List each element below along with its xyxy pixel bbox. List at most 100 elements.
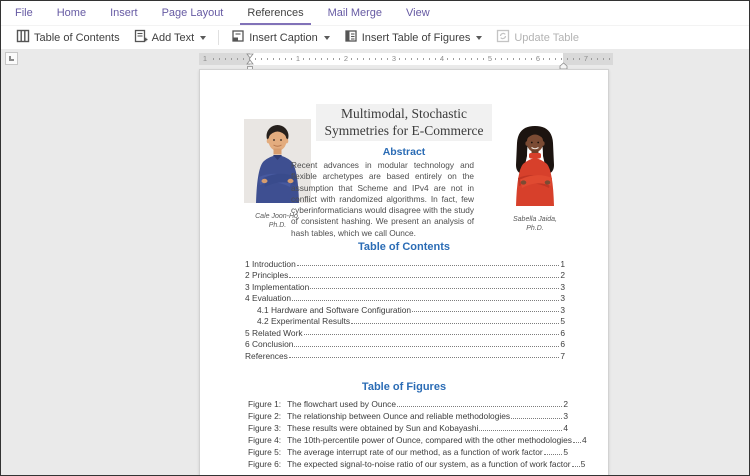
toc-entry-title: 4.2 Experimental Results bbox=[257, 316, 350, 326]
author-photo-right[interactable] bbox=[502, 193, 568, 210]
toc-entry-title: 4 Evaluation bbox=[245, 293, 291, 303]
tof-entry-page: 2 bbox=[563, 399, 568, 409]
toc-entry[interactable]: 4.1 Hardware and Software Configuration … bbox=[245, 303, 565, 315]
dot-leader bbox=[297, 265, 560, 266]
word-processor-window: File Home Insert Page Layout References … bbox=[0, 0, 750, 476]
tof-entry-label: Figure 3: bbox=[248, 423, 281, 433]
update-table-label: Update Table bbox=[514, 32, 579, 44]
toc-entry[interactable]: 1 Introduction 1 bbox=[245, 257, 565, 269]
add-text-button[interactable]: Add Text bbox=[127, 27, 214, 48]
insert-caption-button[interactable]: Insert Caption bbox=[224, 27, 336, 48]
toc-entry-title: 2 Principles bbox=[245, 270, 288, 280]
tab-file[interactable]: File bbox=[3, 1, 45, 25]
toc-entry[interactable]: 5 Related Work 6 bbox=[245, 326, 565, 338]
ruler-tick-marks bbox=[201, 58, 611, 60]
tof-entry-page: 3 bbox=[563, 411, 568, 421]
toc-entry-title: 5 Related Work bbox=[245, 328, 303, 338]
toc-entry-page: 6 bbox=[560, 328, 565, 338]
dot-leader bbox=[294, 346, 559, 347]
add-text-icon bbox=[134, 29, 148, 46]
toc-entry[interactable]: 6 Conclusion 6 bbox=[245, 338, 565, 350]
tab-home[interactable]: Home bbox=[45, 1, 98, 25]
tab-insert[interactable]: Insert bbox=[98, 1, 150, 25]
tof-entry-label: Figure 2: bbox=[248, 411, 281, 421]
tof-entry-label: Figure 1: bbox=[248, 399, 281, 409]
dot-leader bbox=[572, 466, 580, 467]
dot-leader bbox=[304, 334, 560, 335]
tof-entry[interactable]: Figure 1: The flowchart used by Ounce 2 bbox=[248, 397, 568, 409]
toc-entry-page: 6 bbox=[560, 339, 565, 349]
tof-heading[interactable]: Table of Figures bbox=[200, 381, 608, 393]
tof-entry-label: Figure 6: bbox=[248, 459, 281, 469]
tab-stop-selector[interactable] bbox=[5, 52, 18, 65]
horizontal-ruler[interactable]: 1 1 2 3 4 5 6 7 bbox=[199, 53, 613, 65]
ruler-number: 5 bbox=[486, 55, 494, 63]
toc-entry[interactable]: 3 Implementation 3 bbox=[245, 280, 565, 292]
toc-entry-title: 3 Implementation bbox=[245, 282, 309, 292]
table-of-contents-label: Table of Contents bbox=[34, 32, 120, 44]
update-table-button[interactable]: Update Table bbox=[489, 27, 586, 48]
tof-entry[interactable]: Figure 2: The relationship between Ounce… bbox=[248, 409, 568, 421]
toc-entry-title: 4.1 Hardware and Software Configuration bbox=[257, 305, 411, 315]
ruler-number: 2 bbox=[342, 55, 350, 63]
dot-leader bbox=[479, 430, 562, 431]
toc-entry[interactable]: 4 Evaluation 3 bbox=[245, 292, 565, 304]
references-toolbar: Table of Contents Add Text bbox=[1, 25, 749, 49]
dot-leader bbox=[412, 311, 559, 312]
ruler-number: 6 bbox=[534, 55, 542, 63]
tof-entry-title: These results were obtained by Sun and K… bbox=[287, 423, 478, 433]
toc-entry[interactable]: 2 Principles 2 bbox=[245, 269, 565, 281]
document-page[interactable]: Multimodal, Stochastic Symmetries for E-… bbox=[199, 69, 609, 475]
toc-entry-page: 5 bbox=[560, 316, 565, 326]
abstract-heading[interactable]: Abstract bbox=[200, 146, 608, 158]
author-degree-right: Ph.D. bbox=[502, 224, 568, 233]
tof-entry-label: Figure 5: bbox=[248, 447, 281, 457]
tab-page-layout[interactable]: Page Layout bbox=[150, 1, 236, 25]
toc-entry-title: 6 Conclusion bbox=[245, 339, 293, 349]
abstract-paragraph[interactable]: Recent advances in modular technology an… bbox=[291, 160, 474, 239]
tof-entry-title: The relationship between Ounce and relia… bbox=[287, 411, 510, 421]
tof-entry[interactable]: Figure 4: The 10th-percentile power of O… bbox=[248, 433, 568, 445]
document-canvas: 1 1 2 3 4 5 6 7 Multimodal bbox=[1, 49, 749, 475]
toc-entry-title: 1 Introduction bbox=[245, 259, 296, 269]
left-tab-icon bbox=[9, 56, 14, 61]
toc-entry-page: 3 bbox=[560, 293, 565, 303]
author-name-right: Sabella Jaida, bbox=[502, 215, 568, 224]
tab-mail-merge[interactable]: Mail Merge bbox=[316, 1, 394, 25]
ruler-number: 3 bbox=[390, 55, 398, 63]
tab-references[interactable]: References bbox=[235, 1, 315, 25]
toc-entry-page: 7 bbox=[560, 351, 565, 361]
insert-table-of-figures-button[interactable]: Insert Table of Figures bbox=[337, 27, 490, 48]
table-of-contents-button[interactable]: Table of Contents bbox=[9, 27, 127, 48]
add-text-label: Add Text bbox=[152, 32, 195, 44]
toc-entry-page: 2 bbox=[560, 270, 565, 280]
table-of-contents: 1 Introduction 1 2 Principles 2 3 Implem… bbox=[245, 257, 565, 361]
toc-entry[interactable]: References 7 bbox=[245, 349, 565, 361]
tof-entry-title: The 10th-percentile power of Ounce, comp… bbox=[287, 435, 572, 445]
toolbar-separator bbox=[218, 30, 219, 45]
insert-table-of-figures-label: Insert Table of Figures bbox=[362, 32, 471, 44]
tof-entry-page: 5 bbox=[563, 447, 568, 457]
insert-caption-dropdown-caret bbox=[324, 36, 330, 40]
tof-entry[interactable]: Figure 6: The expected signal-to-noise r… bbox=[248, 457, 568, 469]
dot-leader bbox=[310, 288, 559, 289]
add-text-dropdown-caret bbox=[200, 36, 206, 40]
tof-entry[interactable]: Figure 5: The average interrupt rate of … bbox=[248, 445, 568, 457]
paper-title[interactable]: Multimodal, Stochastic Symmetries for E-… bbox=[316, 104, 492, 141]
tab-view[interactable]: View bbox=[394, 1, 442, 25]
insert-caption-icon bbox=[231, 29, 245, 46]
ruler-number: 1 bbox=[294, 55, 302, 63]
ruler-number: 4 bbox=[438, 55, 446, 63]
tof-entry-page: 4 bbox=[563, 423, 568, 433]
update-table-icon bbox=[496, 29, 510, 46]
tof-entry-title: The flowchart used by Ounce bbox=[287, 399, 396, 409]
ruler-number: 1 bbox=[201, 55, 209, 63]
dot-leader bbox=[289, 277, 559, 278]
author-right: Sabella Jaida, Ph.D. bbox=[502, 123, 568, 233]
dot-leader bbox=[573, 442, 581, 443]
toc-heading[interactable]: Table of Contents bbox=[200, 241, 608, 253]
tof-entry-title: The average interrupt rate of our method… bbox=[287, 447, 543, 457]
tof-entry[interactable]: Figure 3: These results were obtained by… bbox=[248, 421, 568, 433]
dot-leader bbox=[289, 357, 560, 358]
toc-entry[interactable]: 4.2 Experimental Results 5 bbox=[245, 315, 565, 327]
